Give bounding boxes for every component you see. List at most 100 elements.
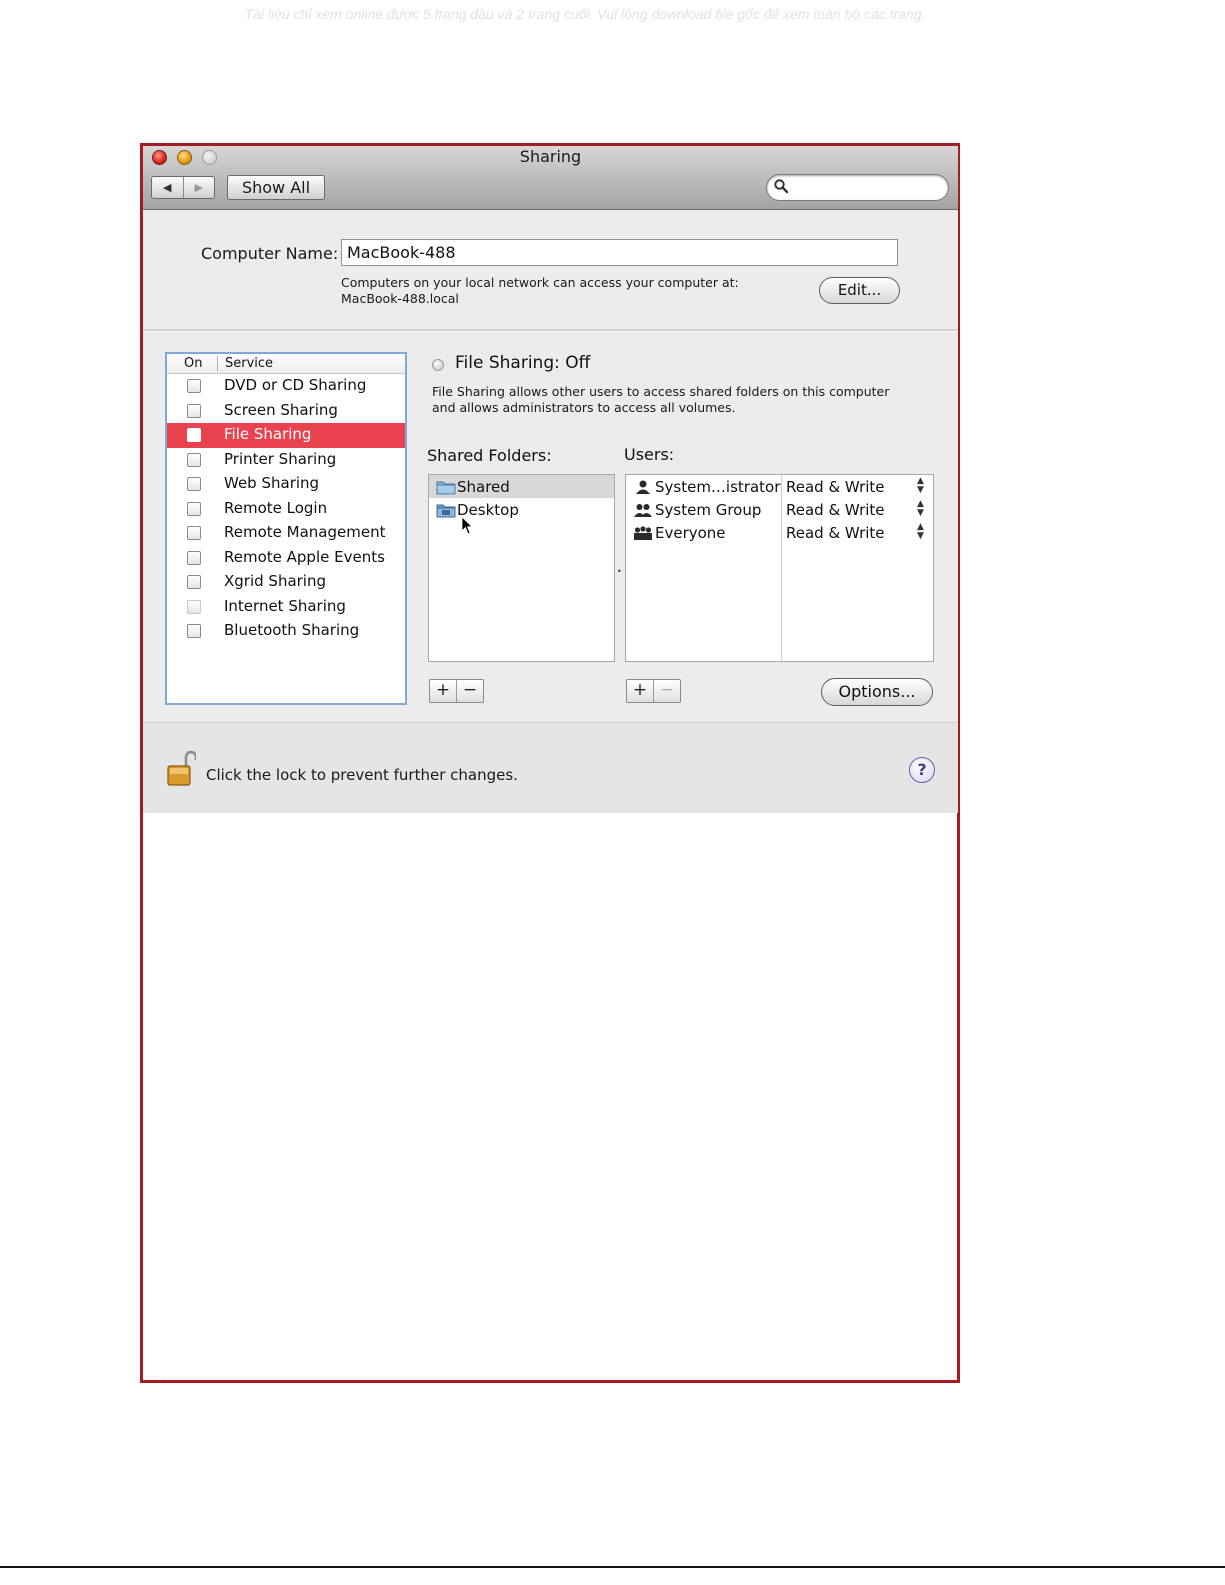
- forward-arrow-icon: ▶: [194, 181, 203, 194]
- shared-folders-list: Shared Desktop: [428, 474, 615, 662]
- shared-folders-label: Shared Folders:: [427, 446, 552, 465]
- service-row-web-sharing[interactable]: Web Sharing: [167, 472, 405, 497]
- service-checkbox[interactable]: [187, 526, 201, 540]
- local-address: MacBook-488.local: [341, 291, 459, 306]
- column-divider: [217, 356, 218, 371]
- service-checkbox[interactable]: [187, 477, 201, 491]
- folder-row-shared[interactable]: Shared: [429, 475, 614, 498]
- service-checkbox[interactable]: [187, 599, 201, 614]
- service-row-bluetooth-sharing[interactable]: Bluetooth Sharing: [167, 619, 405, 644]
- description-line: File Sharing allows other users to acces…: [432, 384, 890, 399]
- unlocked-lock-icon[interactable]: [166, 750, 196, 788]
- service-label: Screen Sharing: [224, 400, 338, 419]
- permission-popup[interactable]: Read & Write: [786, 524, 885, 542]
- service-checkbox[interactable]: [187, 379, 201, 393]
- service-checkbox[interactable]: [187, 575, 201, 589]
- user-row[interactable]: Everyone Read & Write ▲ ▼: [626, 521, 933, 544]
- service-checkbox[interactable]: [187, 501, 201, 516]
- service-label: DVD or CD Sharing: [224, 376, 367, 394]
- file-sharing-description: File Sharing allows other users to acces…: [432, 384, 932, 416]
- window-title: Sharing: [519, 147, 582, 166]
- mouse-pointer-icon: [461, 516, 473, 535]
- search-input[interactable]: [791, 178, 945, 195]
- popup-arrows-icon[interactable]: ▲ ▼: [917, 500, 924, 518]
- title-bar: Sharing ◀ ▶ Show All: [143, 146, 958, 210]
- folder-name: Shared: [457, 478, 510, 496]
- column-header-service[interactable]: Service: [225, 356, 273, 371]
- service-row-dvd-cd[interactable]: DVD or CD Sharing: [167, 374, 405, 399]
- user-row[interactable]: System…istrator Read & Write ▲ ▼: [626, 475, 933, 498]
- address-help-line: Computers on your local network can acce…: [341, 275, 739, 290]
- section-divider: [143, 329, 958, 332]
- service-checkbox[interactable]: [187, 624, 201, 638]
- computer-name-label: Computer Name:: [201, 244, 339, 263]
- status-indicator-icon: [432, 359, 444, 371]
- popup-arrows-icon[interactable]: ▲ ▼: [917, 523, 924, 541]
- service-row-printer-sharing[interactable]: Printer Sharing: [167, 448, 405, 473]
- back-arrow-icon: ◀: [163, 181, 172, 194]
- remove-folder-button[interactable]: −: [456, 680, 483, 702]
- user-name: Everyone: [655, 524, 726, 542]
- group-icon: [634, 504, 652, 517]
- service-row-file-sharing[interactable]: File Sharing: [167, 423, 405, 448]
- search-field[interactable]: [766, 174, 949, 201]
- desktop-folder-icon: [436, 504, 456, 518]
- service-checkbox[interactable]: [187, 452, 201, 467]
- folder-add-remove-control: + −: [429, 679, 484, 703]
- permission-popup[interactable]: Read & Write: [786, 501, 885, 519]
- remove-user-button[interactable]: −: [653, 680, 680, 702]
- service-row-remote-management[interactable]: Remote Management: [167, 521, 405, 546]
- search-icon: [774, 179, 789, 194]
- service-label: File Sharing: [224, 425, 312, 443]
- service-label: Internet Sharing: [224, 596, 346, 615]
- service-label: Printer Sharing: [224, 449, 337, 468]
- service-label: Remote Login: [224, 498, 328, 517]
- sharing-window: Sharing ◀ ▶ Show All Computer Name: Comp…: [143, 146, 958, 813]
- file-sharing-status: File Sharing: Off: [455, 353, 591, 373]
- user-name: System Group: [655, 501, 762, 519]
- service-label: Xgrid Sharing: [224, 572, 327, 590]
- users-list: System…istrator Read & Write ▲ ▼ System G…: [625, 474, 934, 662]
- show-all-button[interactable]: Show All: [227, 175, 325, 200]
- service-checkbox[interactable]: [187, 428, 201, 442]
- lock-message: Click the lock to prevent further change…: [206, 766, 518, 784]
- column-header-on[interactable]: On: [184, 356, 202, 371]
- single-user-icon: [636, 480, 650, 494]
- folder-icon: [436, 481, 456, 495]
- user-name: System…istrator: [655, 478, 781, 496]
- options-button[interactable]: Options...: [821, 678, 933, 706]
- help-button[interactable]: ?: [909, 757, 935, 783]
- user-row[interactable]: System Group Read & Write ▲ ▼: [626, 498, 933, 521]
- computer-name-field[interactable]: [341, 239, 898, 266]
- user-add-remove-control: + −: [626, 679, 681, 703]
- computer-address-help: Computers on your local network can acce…: [341, 275, 739, 307]
- service-label: Remote Apple Events: [224, 547, 385, 566]
- service-checkbox[interactable]: [187, 403, 201, 418]
- service-row-xgrid-sharing[interactable]: Xgrid Sharing: [167, 570, 405, 595]
- service-label: Remote Management: [224, 523, 386, 541]
- service-row-screen-sharing[interactable]: Screen Sharing: [167, 399, 405, 424]
- popup-arrows-icon[interactable]: ▲ ▼: [917, 477, 924, 495]
- watermark-text: Tài liệu chỉ xem online được 5 trang đầu…: [244, 6, 926, 22]
- service-row-remote-login[interactable]: Remote Login: [167, 497, 405, 522]
- service-label: Bluetooth Sharing: [224, 621, 360, 639]
- edit-button[interactable]: Edit...: [819, 277, 900, 304]
- forward-button[interactable]: ▶: [182, 177, 215, 198]
- service-label: Web Sharing: [224, 474, 320, 492]
- permission-popup[interactable]: Read & Write: [786, 478, 885, 496]
- add-folder-button[interactable]: +: [430, 680, 456, 702]
- everyone-icon: [634, 526, 652, 540]
- service-row-remote-apple-events[interactable]: Remote Apple Events: [167, 546, 405, 571]
- folder-row-desktop[interactable]: Desktop: [429, 498, 614, 521]
- back-forward-control: ◀ ▶: [151, 176, 215, 199]
- description-line: and allows administrators to access all …: [432, 400, 736, 415]
- page-bottom-rule: [0, 1566, 1225, 1568]
- users-label: Users:: [624, 445, 675, 464]
- split-handle-icon[interactable]: •: [617, 567, 622, 576]
- service-row-internet-sharing[interactable]: Internet Sharing: [167, 595, 405, 620]
- add-user-button[interactable]: +: [627, 680, 653, 702]
- service-checkbox[interactable]: [187, 550, 201, 565]
- service-list-header: On Service: [167, 354, 405, 374]
- back-button[interactable]: ◀: [152, 177, 183, 198]
- service-list: On Service DVD or CD Sharing Screen Shar…: [165, 352, 407, 705]
